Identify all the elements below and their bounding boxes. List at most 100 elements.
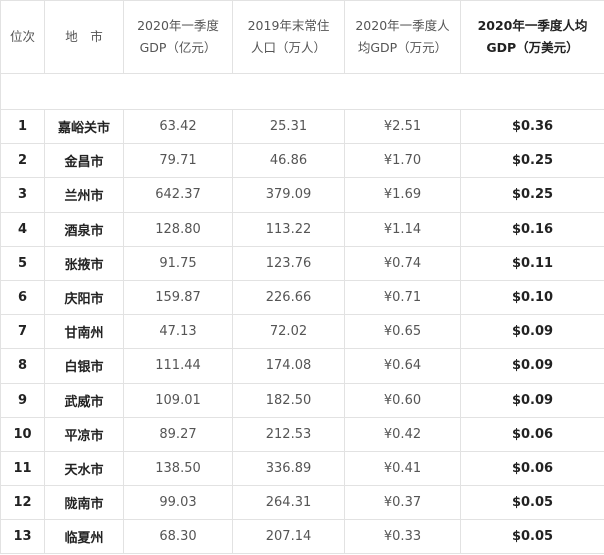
table-row: 1 嘉峪关市 63.42 25.31 ¥2.51 $0.36 (0, 108, 604, 145)
table-title-cell (0, 73, 604, 110)
rank-cell: 8 (0, 348, 45, 384)
city-cell: 陇南市 (44, 485, 124, 521)
table-row: 2 金昌市 79.71 46.86 ¥1.70 $0.25 (0, 143, 604, 179)
gdp-cell: 159.87 (123, 279, 233, 316)
header-cny-line2: 均GDP（万元） (357, 40, 448, 55)
header-rank: 位次 (0, 0, 45, 74)
header-per-capita-usd: 2020年一季度人均 GDP（万美元） (460, 0, 604, 74)
per-capita-usd-cell: $0.09 (460, 382, 604, 418)
header-per-capita-cny: 2020年一季度人 均GDP（万元） (344, 0, 461, 74)
gdp-ranking-table: 位次 地 市 2020年一季度 GDP（亿元） 2019年末常住 人口（万人） 20… (0, 0, 604, 555)
header-cny-line1: 2020年一季度人 (355, 18, 450, 33)
gdp-cell: 138.50 (123, 450, 233, 487)
per-capita-usd-cell: $0.16 (460, 211, 604, 247)
per-capita-usd-cell: $0.06 (460, 416, 604, 452)
per-capita-usd-cell: $0.09 (460, 314, 604, 350)
header-gdp-line1: 2020年一季度 (137, 18, 219, 33)
table-row: 4 酒泉市 128.80 113.22 ¥1.14 $0.16 (0, 211, 604, 247)
per-capita-usd-cell: $0.06 (460, 450, 604, 487)
header-usd-line1: 2020年一季度人均 (477, 18, 588, 33)
header-usd-line2: GDP（万美元） (486, 40, 579, 55)
per-capita-usd-cell: $0.36 (460, 108, 604, 145)
per-capita-cny-cell: ¥2.51 (344, 108, 461, 145)
rank-cell: 6 (0, 279, 45, 316)
header-gdp: 2020年一季度 GDP（亿元） (123, 0, 233, 74)
per-capita-cny-cell: ¥0.74 (344, 245, 461, 281)
rank-cell: 11 (0, 450, 45, 487)
population-cell: 264.31 (232, 485, 345, 521)
gdp-cell: 642.37 (123, 177, 233, 213)
gdp-cell: 91.75 (123, 245, 233, 281)
population-cell: 46.86 (232, 143, 345, 179)
rank-cell: 4 (0, 211, 45, 247)
header-gdp-line2: GDP（亿元） (139, 40, 217, 55)
per-capita-cny-cell: ¥0.64 (344, 348, 461, 384)
gdp-cell: 128.80 (123, 211, 233, 247)
rank-cell: 13 (0, 519, 45, 555)
gdp-cell: 47.13 (123, 314, 233, 350)
per-capita-cny-cell: ¥0.33 (344, 519, 461, 555)
header-row: 位次 地 市 2020年一季度 GDP（亿元） 2019年末常住 人口（万人） 20… (0, 0, 604, 74)
per-capita-cny-cell: ¥0.41 (344, 450, 461, 487)
population-cell: 72.02 (232, 314, 345, 350)
table-row: 9 武威市 109.01 182.50 ¥0.60 $0.09 (0, 382, 604, 418)
header-city: 地 市 (44, 0, 124, 74)
city-cell: 张掖市 (44, 245, 124, 281)
rank-cell: 7 (0, 314, 45, 350)
per-capita-usd-cell: $0.11 (460, 245, 604, 281)
per-capita-usd-cell: $0.05 (460, 485, 604, 521)
city-cell: 金昌市 (44, 143, 124, 179)
per-capita-cny-cell: ¥0.65 (344, 314, 461, 350)
gdp-cell: 68.30 (123, 519, 233, 555)
header-population: 2019年末常住 人口（万人） (232, 0, 345, 74)
per-capita-usd-cell: $0.05 (460, 519, 604, 555)
table-row: 10 平凉市 89.27 212.53 ¥0.42 $0.06 (0, 416, 604, 452)
gdp-cell: 63.42 (123, 108, 233, 145)
city-cell: 临夏州 (44, 519, 124, 555)
per-capita-cny-cell: ¥0.60 (344, 382, 461, 418)
table-row: 11 天水市 138.50 336.89 ¥0.41 $0.06 (0, 450, 604, 487)
rank-cell: 2 (0, 143, 45, 179)
population-cell: 212.53 (232, 416, 345, 452)
gdp-cell: 99.03 (123, 485, 233, 521)
rank-cell: 3 (0, 177, 45, 213)
population-cell: 226.66 (232, 279, 345, 316)
table-row: 13 临夏州 68.30 207.14 ¥0.33 $0.05 (0, 519, 604, 555)
city-cell: 白银市 (44, 348, 124, 384)
population-cell: 174.08 (232, 348, 345, 384)
city-cell: 嘉峪关市 (44, 108, 124, 145)
city-cell: 兰州市 (44, 177, 124, 213)
city-cell: 天水市 (44, 450, 124, 487)
per-capita-cny-cell: ¥0.37 (344, 485, 461, 521)
population-cell: 379.09 (232, 177, 345, 213)
per-capita-cny-cell: ¥1.69 (344, 177, 461, 213)
city-cell: 平凉市 (44, 416, 124, 452)
population-cell: 336.89 (232, 450, 345, 487)
per-capita-usd-cell: $0.09 (460, 348, 604, 384)
table-row: 12 陇南市 99.03 264.31 ¥0.37 $0.05 (0, 485, 604, 521)
per-capita-cny-cell: ¥0.71 (344, 279, 461, 316)
rank-cell: 9 (0, 382, 45, 418)
population-cell: 113.22 (232, 211, 345, 247)
per-capita-cny-cell: ¥1.14 (344, 211, 461, 247)
per-capita-cny-cell: ¥0.42 (344, 416, 461, 452)
population-cell: 25.31 (232, 108, 345, 145)
per-capita-usd-cell: $0.25 (460, 143, 604, 179)
gdp-cell: 79.71 (123, 143, 233, 179)
per-capita-cny-cell: ¥1.70 (344, 143, 461, 179)
population-cell: 123.76 (232, 245, 345, 281)
table-row: 6 庆阳市 159.87 226.66 ¥0.71 $0.10 (0, 279, 604, 316)
table-row: 7 甘南州 47.13 72.02 ¥0.65 $0.09 (0, 314, 604, 350)
rank-cell: 5 (0, 245, 45, 281)
table-title-row (0, 73, 604, 110)
gdp-cell: 89.27 (123, 416, 233, 452)
per-capita-usd-cell: $0.25 (460, 177, 604, 213)
city-cell: 武威市 (44, 382, 124, 418)
city-cell: 酒泉市 (44, 211, 124, 247)
gdp-cell: 111.44 (123, 348, 233, 384)
per-capita-usd-cell: $0.10 (460, 279, 604, 316)
table-row: 3 兰州市 642.37 379.09 ¥1.69 $0.25 (0, 177, 604, 213)
city-cell: 庆阳市 (44, 279, 124, 316)
rank-cell: 10 (0, 416, 45, 452)
city-cell: 甘南州 (44, 314, 124, 350)
